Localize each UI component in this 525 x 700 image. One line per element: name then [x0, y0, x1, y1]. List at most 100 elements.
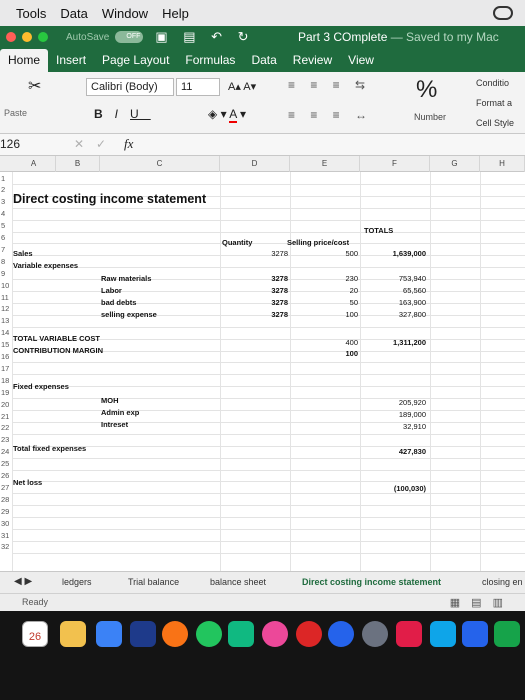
- bad-debts-total[interactable]: 163,900: [370, 298, 426, 307]
- moh-label[interactable]: MOH: [101, 396, 119, 405]
- column-header-f[interactable]: F: [360, 156, 430, 172]
- sheet-tab-ledgers[interactable]: ledgers: [62, 577, 92, 587]
- sales-total[interactable]: 1,639,000: [370, 249, 426, 258]
- column-header-c[interactable]: C: [100, 156, 220, 172]
- sales-price[interactable]: 500: [310, 249, 358, 258]
- minimize-window-button[interactable]: [22, 32, 32, 42]
- row-header[interactable]: 2: [0, 185, 12, 194]
- cell-styles-button[interactable]: Cell Style: [476, 118, 514, 128]
- row-header[interactable]: 32: [0, 542, 12, 551]
- notes-icon[interactable]: [60, 621, 86, 647]
- total-fixed-expenses-value[interactable]: 427,830: [370, 447, 426, 456]
- flashcard-app-icon[interactable]: [396, 621, 422, 647]
- totals-header[interactable]: TOTALS: [364, 226, 393, 235]
- tab-page-layout[interactable]: Page Layout: [94, 53, 177, 72]
- labor-label[interactable]: Labor: [101, 286, 122, 295]
- tab-view[interactable]: View: [340, 53, 382, 72]
- row-header[interactable]: 21: [0, 412, 12, 421]
- row-header[interactable]: 22: [0, 423, 12, 432]
- row-header[interactable]: 12: [0, 304, 12, 313]
- contribution-margin-unit[interactable]: 100: [310, 349, 358, 358]
- net-loss-label[interactable]: Net loss: [13, 478, 42, 487]
- selling-expense-total[interactable]: 327,800: [370, 310, 426, 319]
- fx-label[interactable]: fx: [124, 136, 133, 152]
- xcode-icon[interactable]: [430, 621, 456, 647]
- text-style-buttons[interactable]: BIU: [94, 107, 151, 121]
- row-header[interactable]: 25: [0, 459, 12, 468]
- labor-quantity[interactable]: 3278: [240, 286, 288, 295]
- admin-exp-total[interactable]: 189,000: [370, 410, 426, 419]
- sheet-tab-trial-balance[interactable]: Trial balance: [128, 577, 179, 587]
- total-fixed-expenses-label[interactable]: Total fixed expenses: [13, 444, 86, 453]
- sheet-nav-arrows[interactable]: ◀ ▶: [14, 576, 32, 587]
- row-header[interactable]: 16: [0, 352, 12, 361]
- menu-tools[interactable]: Tools: [16, 6, 46, 21]
- font-grow-shrink-buttons[interactable]: A▴ A▾: [228, 80, 256, 93]
- tab-review[interactable]: Review: [285, 53, 340, 72]
- column-header-e[interactable]: E: [290, 156, 360, 172]
- row-header[interactable]: 15: [0, 340, 12, 349]
- column-header-g[interactable]: G: [430, 156, 480, 172]
- row-header[interactable]: 19: [0, 388, 12, 397]
- tab-formulas[interactable]: Formulas: [177, 53, 243, 72]
- raw-materials-label[interactable]: Raw materials: [101, 274, 151, 283]
- raw-materials-cost[interactable]: 230: [310, 274, 358, 283]
- paste-button[interactable]: Paste: [4, 108, 27, 118]
- system-preferences-icon[interactable]: [362, 621, 388, 647]
- variable-expenses-label[interactable]: Variable expenses: [13, 261, 78, 270]
- row-header[interactable]: 26: [0, 471, 12, 480]
- books-icon[interactable]: [296, 621, 322, 647]
- autosave-toggle[interactable]: OFF: [115, 31, 144, 43]
- contribution-margin-label[interactable]: CONTRIBUTION MARGIN: [13, 346, 103, 355]
- row-header[interactable]: 30: [0, 519, 12, 528]
- worksheet-grid[interactable]: A B C D E F G H 1 2 3 4 5 6 7 8 9 10 11 12 13 14 15 16 1…: [0, 156, 525, 571]
- row-header[interactable]: 9: [0, 269, 12, 278]
- underline-button[interactable]: U: [130, 107, 151, 121]
- menu-help[interactable]: Help: [162, 6, 189, 21]
- tab-home[interactable]: Home: [0, 49, 49, 72]
- appstore-icon[interactable]: [328, 621, 354, 647]
- view-mode-icons[interactable]: ▦ ▤ ▥: [450, 596, 507, 609]
- facetime-icon[interactable]: [196, 621, 222, 647]
- photos-icon[interactable]: [162, 621, 188, 647]
- italic-button[interactable]: I: [115, 107, 130, 121]
- selling-expense-label[interactable]: selling expense: [101, 310, 157, 319]
- moh-total[interactable]: 205,920: [370, 398, 426, 407]
- sheet-tab-closing-entries[interactable]: closing en: [482, 577, 523, 587]
- conditional-formatting-button[interactable]: Conditio: [476, 78, 509, 88]
- raw-materials-quantity[interactable]: 3278: [240, 274, 288, 283]
- percent-style-button[interactable]: %: [416, 76, 437, 104]
- name-box[interactable]: 126: [0, 137, 20, 151]
- row-header[interactable]: 29: [0, 507, 12, 516]
- cancel-icon[interactable]: ✕: [74, 137, 84, 151]
- interest-label[interactable]: Intreset: [101, 420, 128, 429]
- row-header[interactable]: 23: [0, 435, 12, 444]
- interest-total[interactable]: 32,910: [370, 422, 426, 431]
- row-header[interactable]: 10: [0, 281, 12, 290]
- tab-data[interactable]: Data: [243, 53, 284, 72]
- zoom-window-button[interactable]: [38, 32, 48, 42]
- row-header[interactable]: 5: [0, 221, 12, 230]
- row-header[interactable]: 27: [0, 483, 12, 492]
- messages-icon[interactable]: [228, 621, 254, 647]
- sheet-tab-balance-sheet[interactable]: balance sheet: [210, 577, 266, 587]
- close-window-button[interactable]: [6, 32, 16, 42]
- bad-debts-quantity[interactable]: 3278: [240, 298, 288, 307]
- sheet-tab-direct-costing[interactable]: Direct costing income statement: [302, 577, 441, 587]
- sales-label[interactable]: Sales: [13, 249, 33, 258]
- selling-expense-cost[interactable]: 100: [310, 310, 358, 319]
- confirm-icon[interactable]: ✓: [96, 137, 106, 151]
- alignment-bottom-icons[interactable]: ≡ ≡ ≡ ↔: [288, 108, 373, 122]
- admin-exp-label[interactable]: Admin exp: [101, 408, 139, 417]
- labor-total[interactable]: 65,560: [370, 286, 426, 295]
- bad-debts-label[interactable]: bad debts: [101, 298, 136, 307]
- column-header-a[interactable]: A: [12, 156, 56, 172]
- cut-icon[interactable]: ✂: [28, 76, 41, 96]
- creative-cloud-icon[interactable]: [493, 6, 513, 20]
- menu-window[interactable]: Window: [102, 6, 148, 21]
- price-cost-header[interactable]: Selling price/cost: [287, 238, 349, 247]
- row-header[interactable]: 3: [0, 197, 12, 206]
- column-header-b[interactable]: B: [56, 156, 100, 172]
- fixed-expenses-label[interactable]: Fixed expenses: [13, 382, 69, 391]
- alignment-top-icons[interactable]: ≡ ≡ ≡ ⇆: [288, 78, 371, 92]
